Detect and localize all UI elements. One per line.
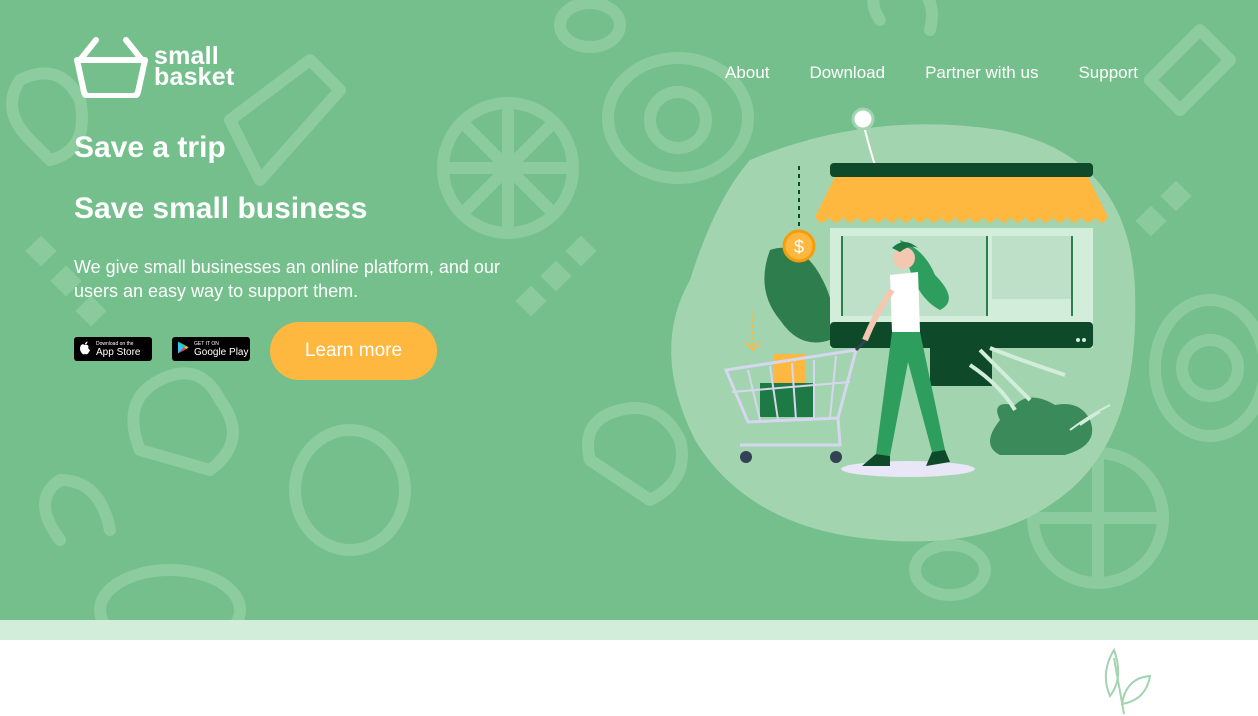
app-store-badge[interactable]: Download on the App Store [74, 337, 152, 361]
hero-bottom-band [0, 620, 1258, 640]
google-play-big-text: Google Play [194, 346, 249, 358]
nav-partner-with-us[interactable]: Partner with us [925, 63, 1038, 83]
apple-icon [74, 341, 96, 358]
main-nav: About Download Partner with us Support [725, 63, 1138, 83]
hero-section: small basket About Download Partner with… [0, 0, 1258, 620]
svg-text:$: $ [794, 237, 804, 257]
logo-text: small basket [154, 44, 235, 91]
google-play-badge[interactable]: GET IT ON Google Play [172, 337, 250, 361]
logo-text-line2: basket [154, 63, 235, 91]
shopping-illustration: $ [671, 107, 1136, 542]
app-store-small-text: Download on the [96, 340, 134, 347]
app-store-big-text: App Store [96, 346, 141, 358]
hero-tagline: We give small businesses an online platf… [74, 257, 500, 301]
play-icon [172, 341, 194, 357]
basket-icon [74, 37, 148, 98]
learn-more-button[interactable]: Learn more [270, 322, 437, 380]
nav-about[interactable]: About [725, 63, 769, 83]
small-basket-logo[interactable]: small basket [74, 36, 234, 98]
leaf-decoration-icon [1104, 648, 1152, 715]
hero-title-secondary: Save small business [74, 192, 368, 225]
hero-title-primary: Save a trip [74, 131, 226, 164]
nav-support[interactable]: Support [1078, 63, 1138, 83]
nav-download[interactable]: Download [809, 63, 885, 83]
